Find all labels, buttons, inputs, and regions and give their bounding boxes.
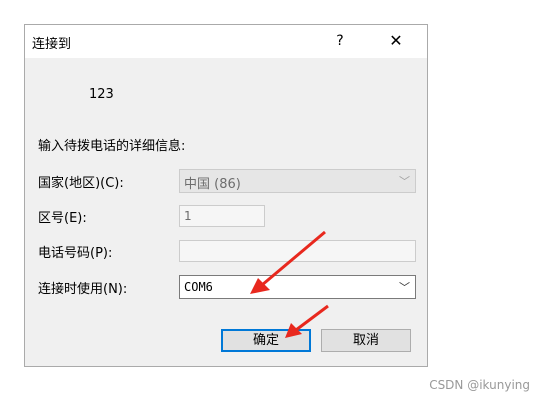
close-button[interactable]: ✕ bbox=[381, 28, 411, 54]
help-button[interactable]: ? bbox=[325, 28, 355, 54]
phone-number-label: 电话号码(P): bbox=[38, 246, 113, 261]
connect-using-value: COM6 bbox=[184, 280, 213, 294]
title-bar: 连接到 ? ✕ bbox=[25, 25, 427, 58]
phone-number-input[interactable] bbox=[179, 240, 416, 262]
connect-using-label: 连接时使用(N): bbox=[38, 282, 128, 297]
area-code-label: 区号(E): bbox=[38, 211, 87, 226]
country-label: 国家(地区)(C): bbox=[38, 176, 124, 191]
country-value: 中国 (86) bbox=[184, 177, 241, 192]
connect-to-dialog: 连接到 ? ✕ 123 输入待拨电话的详细信息: 国家(地区)(C): 中国 (… bbox=[24, 24, 428, 367]
chevron-down-icon: ﹀ bbox=[399, 281, 410, 294]
watermark-text: CSDN @ikunying bbox=[429, 378, 530, 392]
ok-button[interactable]: 确定 bbox=[221, 329, 311, 352]
area-code-value: 1 bbox=[184, 209, 192, 223]
instruction-text: 输入待拨电话的详细信息: bbox=[38, 139, 186, 154]
cancel-button[interactable]: 取消 bbox=[321, 329, 411, 352]
connection-name: 123 bbox=[89, 87, 114, 102]
connect-using-select[interactable]: COM6 ﹀ bbox=[179, 275, 416, 299]
country-select[interactable]: 中国 (86) ﹀ bbox=[179, 169, 416, 193]
area-code-input[interactable]: 1 bbox=[179, 205, 265, 227]
chevron-down-icon: ﹀ bbox=[399, 175, 410, 188]
dialog-title: 连接到 bbox=[32, 37, 72, 52]
